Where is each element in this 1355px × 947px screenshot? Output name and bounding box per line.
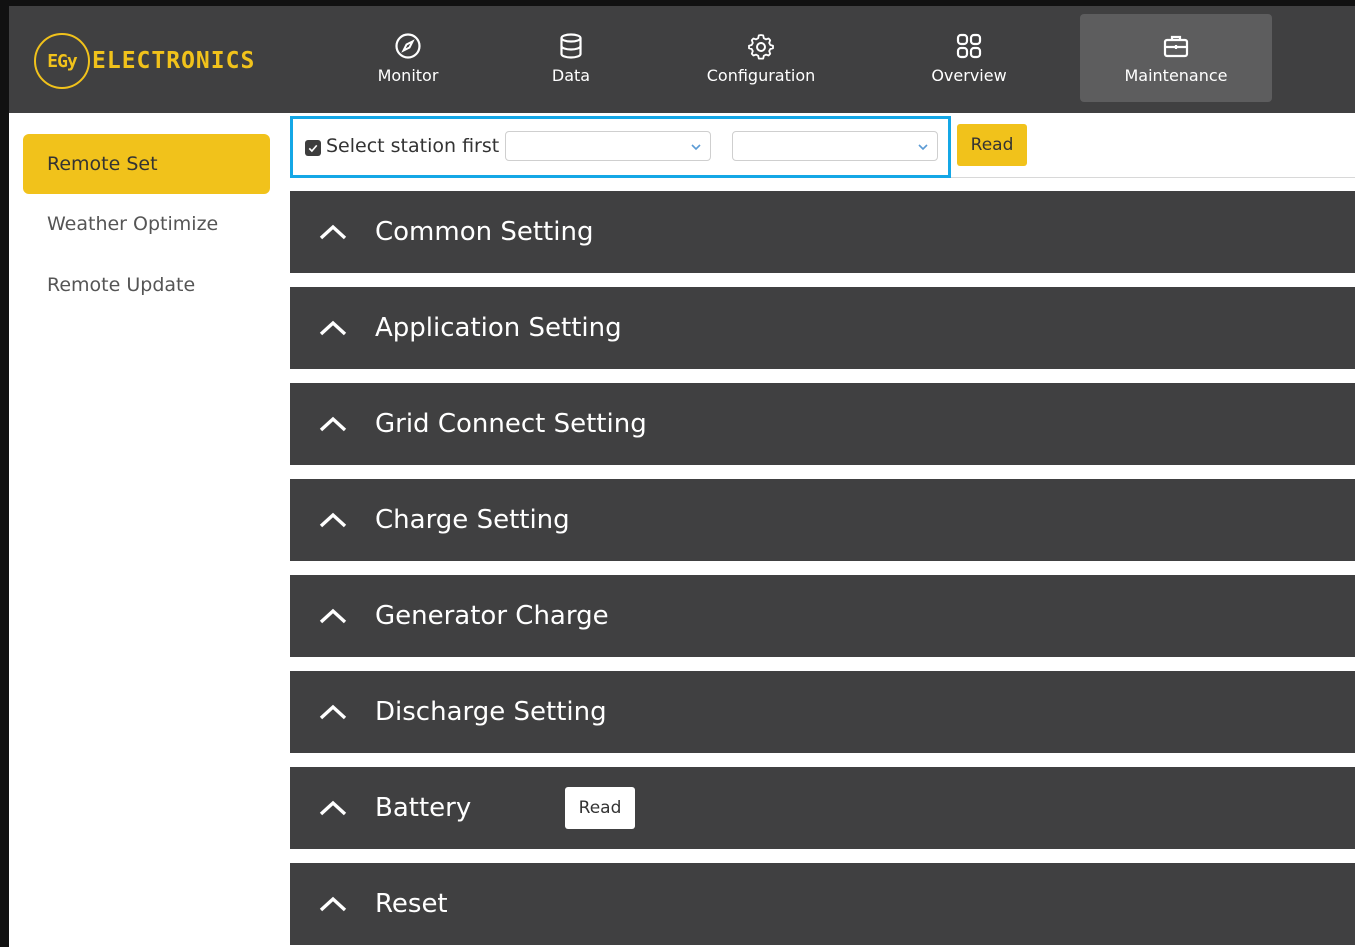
- app-window: EGy ELECTRONICS Monitor Data Configurati…: [0, 0, 1355, 947]
- section-battery[interactable]: Battery Read: [290, 767, 1355, 849]
- nav-label: Configuration: [706, 65, 816, 85]
- sidebar-item-weather-optimize[interactable]: Weather Optimize: [23, 194, 270, 254]
- nav-overview[interactable]: Overview: [914, 14, 1024, 102]
- chevron-up-icon: [319, 320, 347, 336]
- section-title: Generator Charge: [375, 601, 609, 631]
- sidebar-item-remote-update[interactable]: Remote Update: [23, 255, 270, 315]
- station-select[interactable]: [505, 131, 711, 161]
- select-station-checkbox[interactable]: [305, 140, 321, 156]
- section-title: Application Setting: [375, 313, 622, 343]
- sidebar-item-label: Remote Set: [47, 153, 158, 175]
- select-station-label: Select station first: [326, 135, 500, 157]
- logo-mark: EGy: [34, 33, 90, 89]
- chevron-up-icon: [319, 608, 347, 624]
- nav-label: Maintenance: [1124, 65, 1228, 85]
- battery-read-button[interactable]: Read: [565, 787, 635, 829]
- section-common-setting[interactable]: Common Setting: [290, 191, 1355, 273]
- chevron-down-icon: [691, 144, 701, 151]
- nav-label: Data: [551, 65, 591, 85]
- section-title: Reset: [375, 889, 448, 919]
- nav-configuration[interactable]: Configuration: [689, 14, 833, 102]
- checkmark-icon: [308, 144, 318, 153]
- section-generator-charge[interactable]: Generator Charge: [290, 575, 1355, 657]
- read-button[interactable]: Read: [957, 124, 1027, 166]
- nav-data[interactable]: Data: [521, 14, 621, 102]
- section-title: Common Setting: [375, 217, 594, 247]
- section-title: Grid Connect Setting: [375, 409, 647, 439]
- chevron-up-icon: [319, 896, 347, 912]
- chevron-up-icon: [319, 224, 347, 240]
- section-application-setting[interactable]: Application Setting: [290, 287, 1355, 369]
- section-title: Charge Setting: [375, 505, 570, 535]
- chevron-up-icon: [319, 416, 347, 432]
- nav-maintenance[interactable]: Maintenance: [1080, 14, 1272, 102]
- gear-icon: [748, 33, 774, 59]
- briefcase-icon: [1163, 35, 1189, 57]
- section-discharge-setting[interactable]: Discharge Setting: [290, 671, 1355, 753]
- chevron-down-icon: [918, 144, 928, 151]
- section-title: Discharge Setting: [375, 697, 607, 727]
- sidebar-item-label: Remote Update: [47, 274, 196, 296]
- nav-label: Overview: [931, 65, 1007, 85]
- nav-monitor[interactable]: Monitor: [353, 14, 463, 102]
- chevron-up-icon: [319, 800, 347, 816]
- chevron-up-icon: [319, 704, 347, 720]
- logo-text: ELECTRONICS: [92, 48, 256, 74]
- brand-logo[interactable]: EGy ELECTRONICS: [34, 33, 255, 89]
- top-navigation-bar: EGy ELECTRONICS Monitor Data Configurati…: [9, 6, 1355, 113]
- sidebar-item-remote-set[interactable]: Remote Set: [23, 134, 270, 194]
- section-charge-setting[interactable]: Charge Setting: [290, 479, 1355, 561]
- sidebar-item-label: Weather Optimize: [47, 213, 219, 235]
- section-reset[interactable]: Reset: [290, 863, 1355, 945]
- database-icon: [560, 32, 582, 59]
- device-select[interactable]: [732, 131, 938, 161]
- station-selector-highlight: Select station first: [290, 116, 951, 178]
- section-grid-connect-setting[interactable]: Grid Connect Setting: [290, 383, 1355, 465]
- grid-icon: [956, 33, 982, 58]
- chevron-up-icon: [319, 512, 347, 528]
- compass-icon: [395, 32, 421, 59]
- nav-label: Monitor: [377, 65, 439, 85]
- section-title: Battery: [375, 793, 472, 823]
